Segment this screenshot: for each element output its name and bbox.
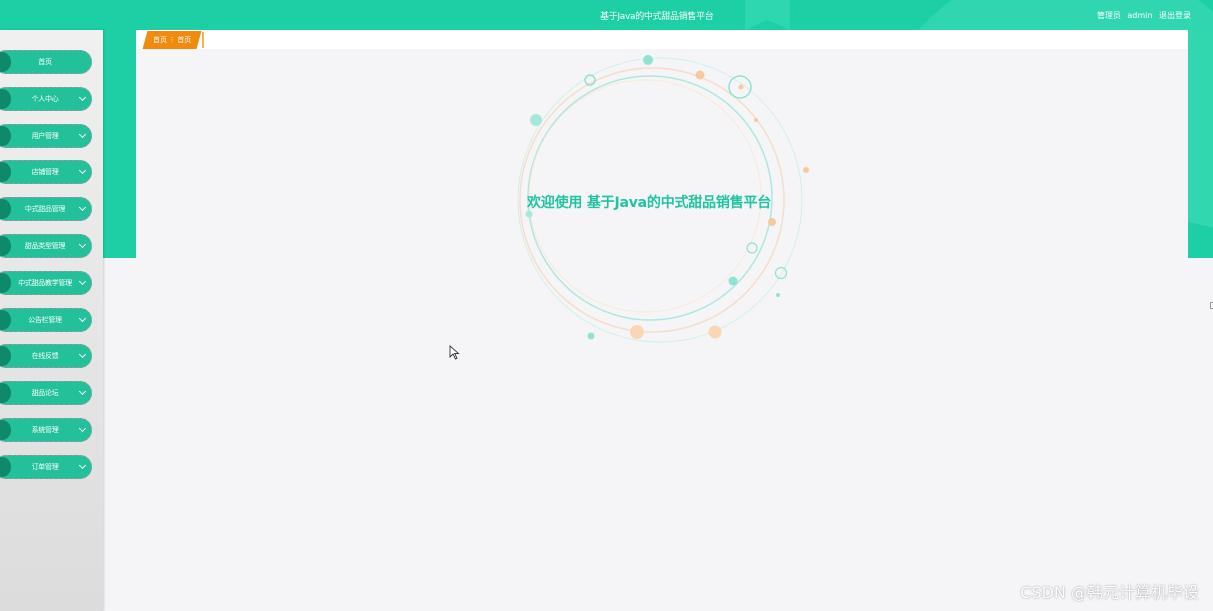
sidebar-item-knob xyxy=(0,346,11,366)
sidebar-item-1[interactable]: 个人中心 xyxy=(0,87,92,111)
sidebar-item-knob xyxy=(0,199,11,219)
sidebar-item-4[interactable]: 中式甜品管理 xyxy=(0,197,92,221)
breadcrumb: 首页 ⁝ 首页 xyxy=(142,31,202,49)
mouse-pointer-icon xyxy=(449,345,460,360)
sidebar-item-knob xyxy=(0,383,11,403)
app-title: 基于Java的中式甜品销售平台 xyxy=(600,12,714,22)
top-header: 基于Java的中式甜品销售平台 管理员 admin 退出登录 xyxy=(0,0,1213,30)
sidebar-item-11[interactable]: 订单管理 xyxy=(0,455,92,479)
sidebar-item-knob xyxy=(0,420,11,440)
user-area: 管理员 admin 退出登录 xyxy=(1093,10,1191,21)
chevron-down-icon[interactable] xyxy=(78,203,87,212)
breadcrumb-bar: 首页 ⁝ 首页 xyxy=(136,30,1188,49)
sidebar-item-knob xyxy=(0,162,11,182)
breadcrumb-edge xyxy=(202,32,204,48)
sidebar-item-8[interactable]: 在线反馈 xyxy=(0,344,92,368)
sidebar-item-label: 用户管理 xyxy=(31,132,59,140)
sidebar: 首页个人中心用户管理店铺管理中式甜品管理 甜品类型管理 中式甜品教学管理 公告栏管理在… xyxy=(0,30,103,611)
chevron-down-icon[interactable] xyxy=(78,240,87,249)
sidebar-item-0[interactable]: 首页 xyxy=(0,50,92,74)
sidebar-item-label: 甜品类型管理 xyxy=(24,242,66,250)
chevron-down-icon[interactable] xyxy=(78,314,87,323)
sidebar-item-knob xyxy=(0,457,11,477)
breadcrumb-current: 首页 xyxy=(177,36,192,44)
sidebar-item-knob xyxy=(0,126,11,146)
sidebar-item-10[interactable]: 系统管理 xyxy=(0,418,92,442)
sidebar-item-label: 店铺管理 xyxy=(31,168,59,176)
chevron-down-icon[interactable] xyxy=(78,387,87,396)
chevron-down-icon[interactable] xyxy=(78,350,87,359)
sidebar-item-5[interactable]: 甜品类型管理 xyxy=(0,234,92,258)
username: admin xyxy=(1127,11,1153,20)
sidebar-item-knob xyxy=(0,310,11,330)
sidebar-item-knob xyxy=(0,273,11,293)
logout-link[interactable]: 退出登录 xyxy=(1159,11,1191,20)
sidebar-item-7[interactable]: 公告栏管理 xyxy=(0,308,92,332)
sidebar-item-label: 个人中心 xyxy=(31,95,59,103)
sidebar-item-label: 在线反馈 xyxy=(31,352,59,360)
sidebar-item-label: 订单管理 xyxy=(31,463,59,471)
sidebar-item-6[interactable]: 中式甜品教学管理 xyxy=(0,271,92,295)
sidebar-item-2[interactable]: 用户管理 xyxy=(0,124,92,148)
chevron-down-icon[interactable] xyxy=(78,130,87,139)
chevron-down-icon[interactable] xyxy=(78,93,87,102)
sidebar-item-knob xyxy=(0,89,11,109)
sidebar-item-label: 中式甜品教学管理 xyxy=(18,279,72,287)
header-ribbon-decoration xyxy=(745,0,790,30)
welcome-message: 欢迎使用 基于Java的中式甜品销售平台 xyxy=(527,195,772,211)
breadcrumb-separator: ⁝ xyxy=(171,36,174,44)
sidebar-item-knob xyxy=(0,52,11,72)
sidebar-item-3[interactable]: 店铺管理 xyxy=(0,160,92,184)
sidebar-item-label: 甜品论坛 xyxy=(31,389,59,397)
watermark: CSDN @韩元计算机毕设 xyxy=(1020,583,1199,602)
chevron-down-icon[interactable] xyxy=(78,424,87,433)
chevron-down-icon[interactable] xyxy=(78,277,87,286)
sidebar-item-9[interactable]: 甜品论坛 xyxy=(0,381,92,405)
role-label: 管理员 xyxy=(1096,11,1121,20)
breadcrumb-root[interactable]: 首页 xyxy=(153,36,167,44)
sidebar-item-knob xyxy=(0,236,11,256)
sidebar-item-label: 系统管理 xyxy=(31,426,59,434)
chevron-down-icon[interactable] xyxy=(78,461,87,470)
chevron-down-icon[interactable] xyxy=(78,166,87,175)
sidebar-item-label: 中式甜品管理 xyxy=(24,205,66,213)
sidebar-item-label: 首页 xyxy=(38,58,52,66)
sidebar-item-label: 公告栏管理 xyxy=(28,316,62,324)
